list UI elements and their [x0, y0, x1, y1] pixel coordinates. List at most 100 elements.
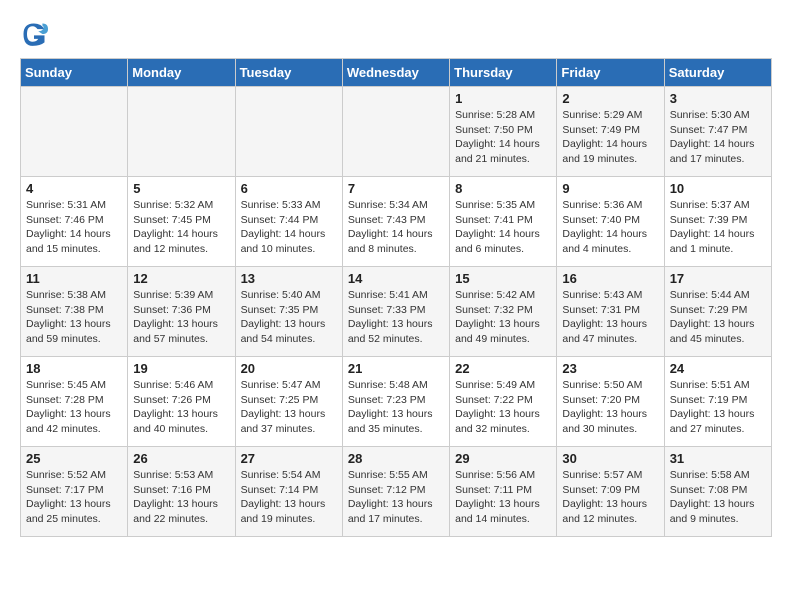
- day-info: Sunrise: 5:50 AMSunset: 7:20 PMDaylight:…: [562, 378, 658, 437]
- day-info: Sunrise: 5:58 AMSunset: 7:08 PMDaylight:…: [670, 468, 766, 527]
- calendar-cell: 31 Sunrise: 5:58 AMSunset: 7:08 PMDayligh…: [664, 447, 771, 537]
- day-info: Sunrise: 5:55 AMSunset: 7:12 PMDaylight:…: [348, 468, 444, 527]
- day-info: Sunrise: 5:29 AMSunset: 7:49 PMDaylight:…: [562, 108, 658, 167]
- calendar-cell: 15 Sunrise: 5:42 AMSunset: 7:32 PMDayligh…: [450, 267, 557, 357]
- header-day: Thursday: [450, 59, 557, 87]
- day-info: Sunrise: 5:53 AMSunset: 7:16 PMDaylight:…: [133, 468, 229, 527]
- day-number: 17: [670, 271, 766, 286]
- day-info: Sunrise: 5:39 AMSunset: 7:36 PMDaylight:…: [133, 288, 229, 347]
- calendar-cell: 14 Sunrise: 5:41 AMSunset: 7:33 PMDayligh…: [342, 267, 449, 357]
- logo: [20, 20, 50, 48]
- day-info: Sunrise: 5:31 AMSunset: 7:46 PMDaylight:…: [26, 198, 122, 257]
- calendar-cell: 20 Sunrise: 5:47 AMSunset: 7:25 PMDayligh…: [235, 357, 342, 447]
- day-number: 14: [348, 271, 444, 286]
- calendar-header: SundayMondayTuesdayWednesdayThursdayFrid…: [21, 59, 772, 87]
- calendar-cell: 12 Sunrise: 5:39 AMSunset: 7:36 PMDayligh…: [128, 267, 235, 357]
- calendar-cell: 22 Sunrise: 5:49 AMSunset: 7:22 PMDayligh…: [450, 357, 557, 447]
- header-row: SundayMondayTuesdayWednesdayThursdayFrid…: [21, 59, 772, 87]
- calendar-cell: 7 Sunrise: 5:34 AMSunset: 7:43 PMDaylight…: [342, 177, 449, 267]
- calendar-cell: 2 Sunrise: 5:29 AMSunset: 7:49 PMDaylight…: [557, 87, 664, 177]
- calendar-cell: [342, 87, 449, 177]
- day-number: 3: [670, 91, 766, 106]
- day-info: Sunrise: 5:40 AMSunset: 7:35 PMDaylight:…: [241, 288, 337, 347]
- day-number: 19: [133, 361, 229, 376]
- calendar-week: 4Sunrise: 5:31 AMSunset: 7:46 PMDaylight…: [21, 177, 772, 267]
- calendar-cell: 5 Sunrise: 5:32 AMSunset: 7:45 PMDaylight…: [128, 177, 235, 267]
- day-number: 22: [455, 361, 551, 376]
- calendar-cell: 29 Sunrise: 5:56 AMSunset: 7:11 PMDayligh…: [450, 447, 557, 537]
- day-number: 12: [133, 271, 229, 286]
- page-header: [20, 20, 772, 48]
- calendar-cell: 3 Sunrise: 5:30 AMSunset: 7:47 PMDaylight…: [664, 87, 771, 177]
- calendar-cell: 16 Sunrise: 5:43 AMSunset: 7:31 PMDayligh…: [557, 267, 664, 357]
- calendar-cell: [128, 87, 235, 177]
- day-number: 13: [241, 271, 337, 286]
- calendar-cell: 27 Sunrise: 5:54 AMSunset: 7:14 PMDayligh…: [235, 447, 342, 537]
- day-info: Sunrise: 5:56 AMSunset: 7:11 PMDaylight:…: [455, 468, 551, 527]
- day-info: Sunrise: 5:52 AMSunset: 7:17 PMDaylight:…: [26, 468, 122, 527]
- calendar-cell: 11Sunrise: 5:38 AMSunset: 7:38 PMDayligh…: [21, 267, 128, 357]
- day-number: 6: [241, 181, 337, 196]
- day-info: Sunrise: 5:38 AMSunset: 7:38 PMDaylight:…: [26, 288, 122, 347]
- day-number: 31: [670, 451, 766, 466]
- day-info: Sunrise: 5:51 AMSunset: 7:19 PMDaylight:…: [670, 378, 766, 437]
- calendar-body: 1Sunrise: 5:28 AMSunset: 7:50 PMDaylight…: [21, 87, 772, 537]
- day-number: 2: [562, 91, 658, 106]
- calendar-cell: 26Sunrise: 5:53 AMSunset: 7:16 PMDayligh…: [128, 447, 235, 537]
- calendar-cell: 1Sunrise: 5:28 AMSunset: 7:50 PMDaylight…: [450, 87, 557, 177]
- day-number: 1: [455, 91, 551, 106]
- day-info: Sunrise: 5:41 AMSunset: 7:33 PMDaylight:…: [348, 288, 444, 347]
- day-info: Sunrise: 5:57 AMSunset: 7:09 PMDaylight:…: [562, 468, 658, 527]
- day-number: 15: [455, 271, 551, 286]
- header-day: Friday: [557, 59, 664, 87]
- day-info: Sunrise: 5:54 AMSunset: 7:14 PMDaylight:…: [241, 468, 337, 527]
- calendar-cell: 28 Sunrise: 5:55 AMSunset: 7:12 PMDayligh…: [342, 447, 449, 537]
- day-info: Sunrise: 5:42 AMSunset: 7:32 PMDaylight:…: [455, 288, 551, 347]
- calendar-cell: 24 Sunrise: 5:51 AMSunset: 7:19 PMDayligh…: [664, 357, 771, 447]
- calendar-cell: [21, 87, 128, 177]
- day-info: Sunrise: 5:30 AMSunset: 7:47 PMDaylight:…: [670, 108, 766, 167]
- day-info: Sunrise: 5:43 AMSunset: 7:31 PMDaylight:…: [562, 288, 658, 347]
- day-number: 27: [241, 451, 337, 466]
- day-number: 23: [562, 361, 658, 376]
- day-number: 7: [348, 181, 444, 196]
- calendar-cell: 6Sunrise: 5:33 AMSunset: 7:44 PMDaylight…: [235, 177, 342, 267]
- header-day: Saturday: [664, 59, 771, 87]
- day-number: 21: [348, 361, 444, 376]
- day-info: Sunrise: 5:35 AMSunset: 7:41 PMDaylight:…: [455, 198, 551, 257]
- day-info: Sunrise: 5:34 AMSunset: 7:43 PMDaylight:…: [348, 198, 444, 257]
- calendar-cell: 9Sunrise: 5:36 AMSunset: 7:40 PMDaylight…: [557, 177, 664, 267]
- calendar-cell: 13 Sunrise: 5:40 AMSunset: 7:35 PMDayligh…: [235, 267, 342, 357]
- calendar-cell: 23 Sunrise: 5:50 AMSunset: 7:20 PMDayligh…: [557, 357, 664, 447]
- day-number: 20: [241, 361, 337, 376]
- logo-icon: [20, 20, 48, 48]
- day-number: 5: [133, 181, 229, 196]
- day-number: 25: [26, 451, 122, 466]
- calendar-week: 25 Sunrise: 5:52 AMSunset: 7:17 PMDayligh…: [21, 447, 772, 537]
- day-info: Sunrise: 5:47 AMSunset: 7:25 PMDaylight:…: [241, 378, 337, 437]
- day-info: Sunrise: 5:32 AMSunset: 7:45 PMDaylight:…: [133, 198, 229, 257]
- calendar-cell: 4Sunrise: 5:31 AMSunset: 7:46 PMDaylight…: [21, 177, 128, 267]
- day-number: 8: [455, 181, 551, 196]
- day-number: 9: [562, 181, 658, 196]
- calendar-cell: 25 Sunrise: 5:52 AMSunset: 7:17 PMDayligh…: [21, 447, 128, 537]
- day-number: 30: [562, 451, 658, 466]
- calendar-cell: 30 Sunrise: 5:57 AMSunset: 7:09 PMDayligh…: [557, 447, 664, 537]
- calendar-cell: 10Sunrise: 5:37 AMSunset: 7:39 PMDayligh…: [664, 177, 771, 267]
- calendar-week: 18Sunrise: 5:45 AMSunset: 7:28 PMDayligh…: [21, 357, 772, 447]
- calendar-cell: 8 Sunrise: 5:35 AMSunset: 7:41 PMDaylight…: [450, 177, 557, 267]
- day-info: Sunrise: 5:49 AMSunset: 7:22 PMDaylight:…: [455, 378, 551, 437]
- day-number: 29: [455, 451, 551, 466]
- day-number: 24: [670, 361, 766, 376]
- calendar-week: 11Sunrise: 5:38 AMSunset: 7:38 PMDayligh…: [21, 267, 772, 357]
- day-number: 28: [348, 451, 444, 466]
- calendar-cell: 18Sunrise: 5:45 AMSunset: 7:28 PMDayligh…: [21, 357, 128, 447]
- calendar-table: SundayMondayTuesdayWednesdayThursdayFrid…: [20, 58, 772, 537]
- day-info: Sunrise: 5:37 AMSunset: 7:39 PMDaylight:…: [670, 198, 766, 257]
- calendar-cell: 19 Sunrise: 5:46 AMSunset: 7:26 PMDayligh…: [128, 357, 235, 447]
- day-number: 16: [562, 271, 658, 286]
- calendar-week: 1Sunrise: 5:28 AMSunset: 7:50 PMDaylight…: [21, 87, 772, 177]
- day-info: Sunrise: 5:45 AMSunset: 7:28 PMDaylight:…: [26, 378, 122, 437]
- day-info: Sunrise: 5:46 AMSunset: 7:26 PMDaylight:…: [133, 378, 229, 437]
- calendar-cell: 17Sunrise: 5:44 AMSunset: 7:29 PMDayligh…: [664, 267, 771, 357]
